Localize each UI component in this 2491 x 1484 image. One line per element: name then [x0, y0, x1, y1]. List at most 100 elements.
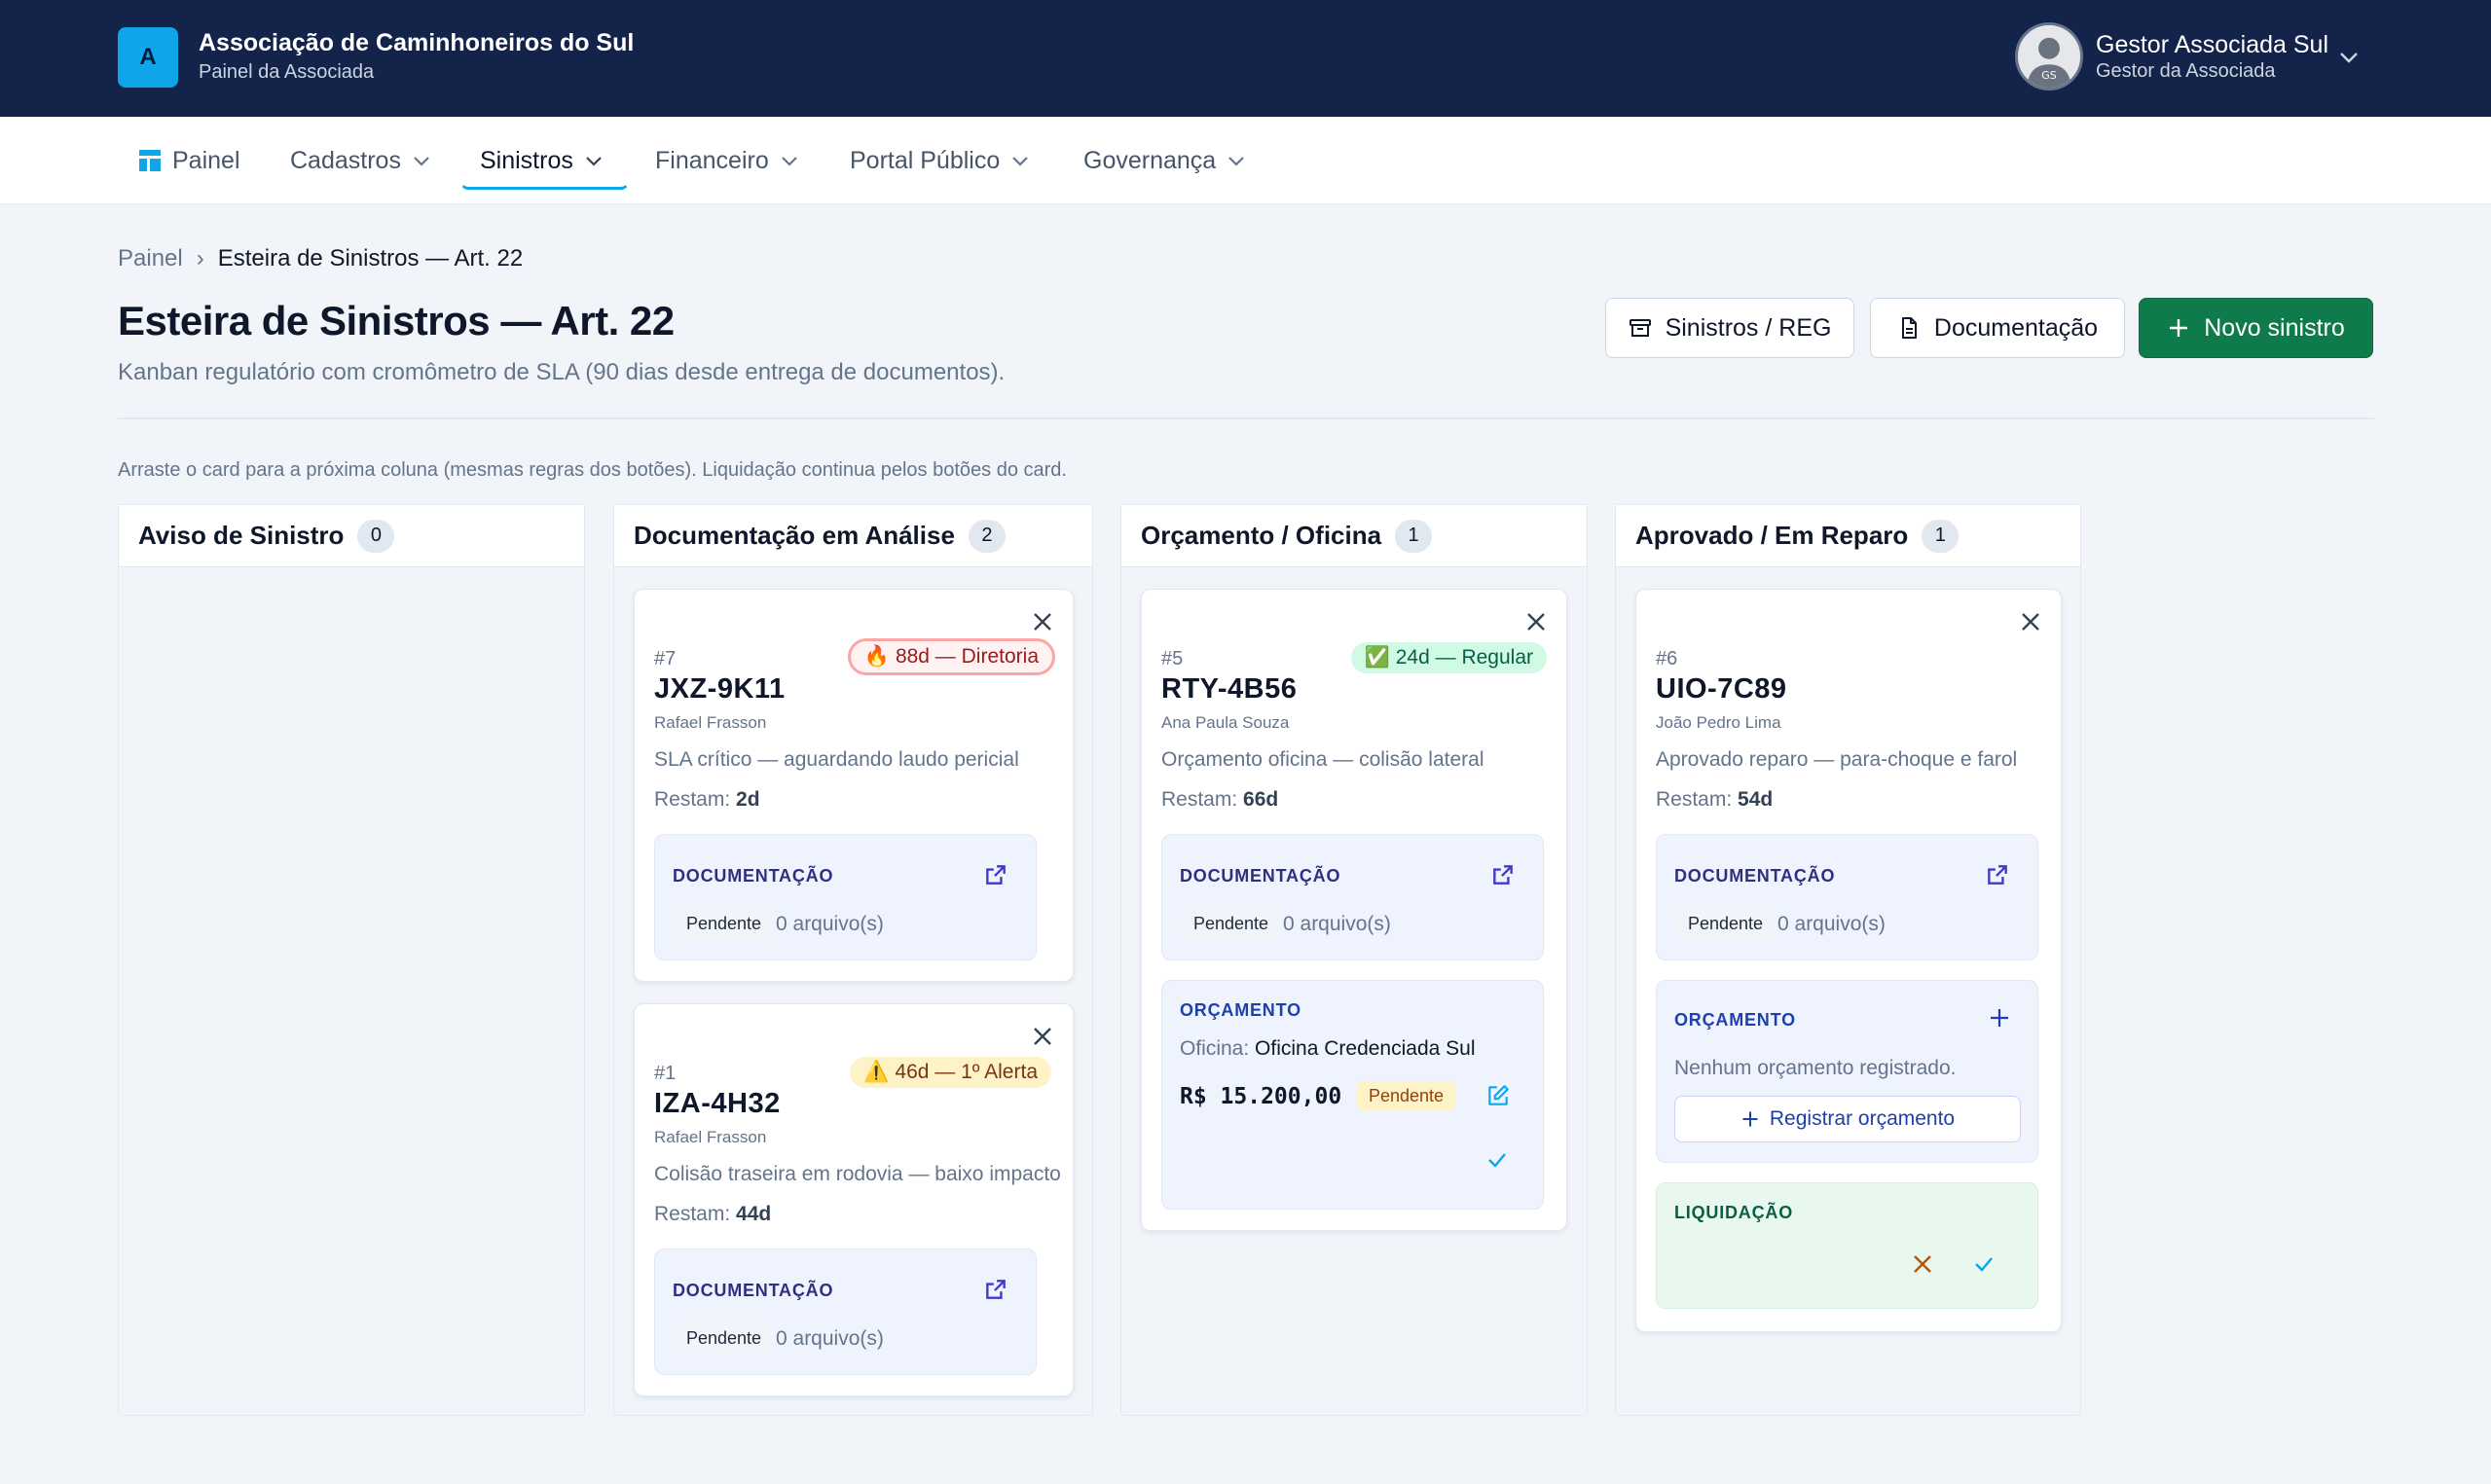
nav-sinistros[interactable]: Sinistros — [480, 117, 603, 204]
restam-label: Restam: — [1161, 788, 1238, 811]
sla-badge-text: 88d — Diretoria — [895, 645, 1039, 668]
check-icon[interactable] — [1485, 1148, 1509, 1172]
org-logo[interactable]: A — [118, 27, 178, 88]
avatar-initials: GS — [2041, 69, 2056, 82]
close-icon[interactable] — [1032, 611, 1053, 633]
chevron-down-icon[interactable] — [2336, 47, 2362, 68]
nav-governanca[interactable]: Governança — [1083, 117, 1245, 204]
plus-icon — [2170, 319, 2188, 337]
external-link-icon[interactable] — [983, 862, 1008, 887]
restam-label: Restam: — [654, 1203, 731, 1225]
column-title: Documentação em Análise — [634, 521, 955, 550]
nav-governanca-label: Governança — [1083, 146, 1217, 174]
drag-hint: Arraste o card para a próxima coluna (me… — [118, 459, 1067, 481]
divider — [118, 417, 2374, 419]
card-remaining: Restam: 66d — [1161, 788, 1278, 812]
card-plate: IZA-4H32 — [654, 1088, 781, 1119]
documentacao-section: DOCUMENTAÇÃO Pendente 0 arquivo(s) — [1656, 834, 2038, 960]
card-plate: UIO-7C89 — [1656, 673, 1787, 705]
sinistro-card[interactable]: #1 ⚠️ 46d — 1º Alerta IZA-4H32 Rafael Fr… — [634, 1003, 1074, 1396]
liquidacao-section: LIQUIDAÇÃO — [1656, 1182, 2038, 1309]
column-title: Aprovado / Em Reparo — [1635, 521, 1909, 550]
kanban-column-orcamento[interactable]: Orçamento / Oficina 1 #5 ✅ 24d — Regular… — [1120, 504, 1588, 1416]
card-owner: Rafael Frasson — [654, 1128, 767, 1146]
sinistro-card[interactable]: #7 🔥 88d — Diretoria JXZ-9K11 Rafael Fra… — [634, 589, 1074, 982]
user-avatar[interactable]: GS — [2015, 22, 2083, 90]
user-avatar-icon: GS — [2018, 25, 2080, 88]
org-name: Associação de Caminhoneiros do Sul — [199, 29, 635, 56]
close-icon[interactable] — [1525, 611, 1547, 633]
main-nav: Painel Cadastros Sinistros Financeiro Po… — [0, 117, 2491, 204]
section-title: DOCUMENTAÇÃO — [673, 1281, 834, 1300]
file-count: 0 arquivo(s) — [776, 913, 884, 935]
approve-icon[interactable] — [1972, 1252, 1996, 1276]
status-badge: Pendente — [673, 905, 776, 942]
card-owner: Ana Paula Souza — [1161, 713, 1290, 732]
column-count: 1 — [1922, 519, 1960, 553]
card-number: #5 — [1161, 648, 1184, 670]
sla-badge: ⚠️ 46d — 1º Alerta — [850, 1057, 1051, 1088]
file-count: 0 arquivo(s) — [1283, 913, 1391, 935]
section-title: ORÇAMENTO — [1674, 1010, 1796, 1030]
card-owner: Rafael Frasson — [654, 713, 767, 732]
nav-painel-label: Painel — [172, 146, 240, 174]
card-remaining: Restam: 2d — [654, 788, 760, 812]
nav-financeiro[interactable]: Financeiro — [655, 117, 798, 204]
column-count: 2 — [968, 519, 1006, 553]
nav-cadastros[interactable]: Cadastros — [290, 117, 430, 204]
kanban-column-aviso[interactable]: Aviso de Sinistro 0 — [118, 504, 585, 1416]
status-badge: Pendente — [1674, 905, 1777, 942]
chevron-down-icon — [781, 157, 797, 166]
plus-icon[interactable] — [1988, 1006, 2011, 1030]
close-icon[interactable] — [2020, 611, 2041, 633]
column-title: Aviso de Sinistro — [138, 521, 345, 550]
restam-value: 66d — [1243, 788, 1279, 811]
documentacao-button[interactable]: Documentação — [1870, 298, 2125, 358]
column-header: Documentação em Análise 2 — [614, 505, 1092, 567]
empty-orcamento-text: Nenhum orçamento registrado. — [1674, 1057, 1957, 1079]
user-name[interactable]: Gestor Associada Sul — [2096, 31, 2328, 59]
top-bar: A Associação de Caminhoneiros do Sul Pai… — [0, 0, 2491, 117]
novo-sinistro-button[interactable]: Novo sinistro — [2139, 298, 2373, 358]
restam-label: Restam: — [654, 788, 731, 811]
document-icon — [1901, 317, 1917, 339]
sinistros-reg-button[interactable]: Sinistros / REG — [1605, 298, 1854, 358]
status-badge: Pendente — [673, 1320, 776, 1357]
card-description: Colisão traseira em rodovia — baixo impa… — [654, 1163, 1061, 1185]
card-number: #7 — [654, 648, 677, 670]
section-title: DOCUMENTAÇÃO — [1180, 866, 1341, 886]
external-link-icon[interactable] — [983, 1277, 1008, 1302]
nav-portal-publico[interactable]: Portal Público — [850, 117, 1029, 204]
active-tab-indicator — [460, 182, 629, 190]
nav-painel[interactable]: Painel — [139, 117, 240, 204]
registrar-orcamento-button[interactable]: Registrar orçamento — [1674, 1096, 2021, 1142]
check-icon: ✅ — [1364, 646, 1390, 669]
card-description: SLA crítico — aguardando laudo pericial — [654, 748, 1019, 771]
column-count: 1 — [1395, 519, 1433, 553]
column-title: Orçamento / Oficina — [1141, 521, 1382, 550]
nav-sinistros-label: Sinistros — [480, 146, 573, 174]
kanban-column-aprovado[interactable]: Aprovado / Em Reparo 1 #6 UIO-7C89 João … — [1615, 504, 2081, 1416]
sinistro-card[interactable]: #6 UIO-7C89 João Pedro Lima Aprovado rep… — [1635, 589, 2062, 1332]
sla-badge: 🔥 88d — Diretoria — [847, 638, 1055, 675]
documentacao-section: DOCUMENTAÇÃO Pendente 0 arquivo(s) — [654, 834, 1037, 960]
card-remaining: Restam: 54d — [1656, 788, 1773, 812]
card-number: #6 — [1656, 648, 1678, 670]
documentacao-label: Documentação — [1933, 313, 2099, 342]
external-link-icon[interactable] — [1985, 862, 2010, 887]
close-icon[interactable] — [1032, 1026, 1053, 1047]
restam-value: 44d — [736, 1203, 772, 1225]
status-badge: Pendente — [1180, 905, 1283, 942]
card-owner: João Pedro Lima — [1656, 713, 1781, 732]
kanban-column-documentacao[interactable]: Documentação em Análise 2 #7 🔥 88d — Dir… — [613, 504, 1093, 1416]
reject-icon[interactable] — [1912, 1253, 1933, 1275]
nav-portal-label: Portal Público — [850, 146, 1001, 174]
external-link-icon[interactable] — [1490, 862, 1516, 887]
documentacao-section: DOCUMENTAÇÃO Pendente 0 arquivo(s) — [1161, 834, 1544, 960]
edit-icon[interactable] — [1485, 1083, 1511, 1108]
breadcrumb-root[interactable]: Painel — [118, 245, 183, 272]
sinistro-card[interactable]: #5 ✅ 24d — Regular RTY-4B56 Ana Paula So… — [1141, 589, 1567, 1231]
registrar-label: Registrar orçamento — [1769, 1107, 1956, 1130]
archive-icon — [1629, 319, 1651, 337]
column-header: Aviso de Sinistro 0 — [119, 505, 584, 567]
